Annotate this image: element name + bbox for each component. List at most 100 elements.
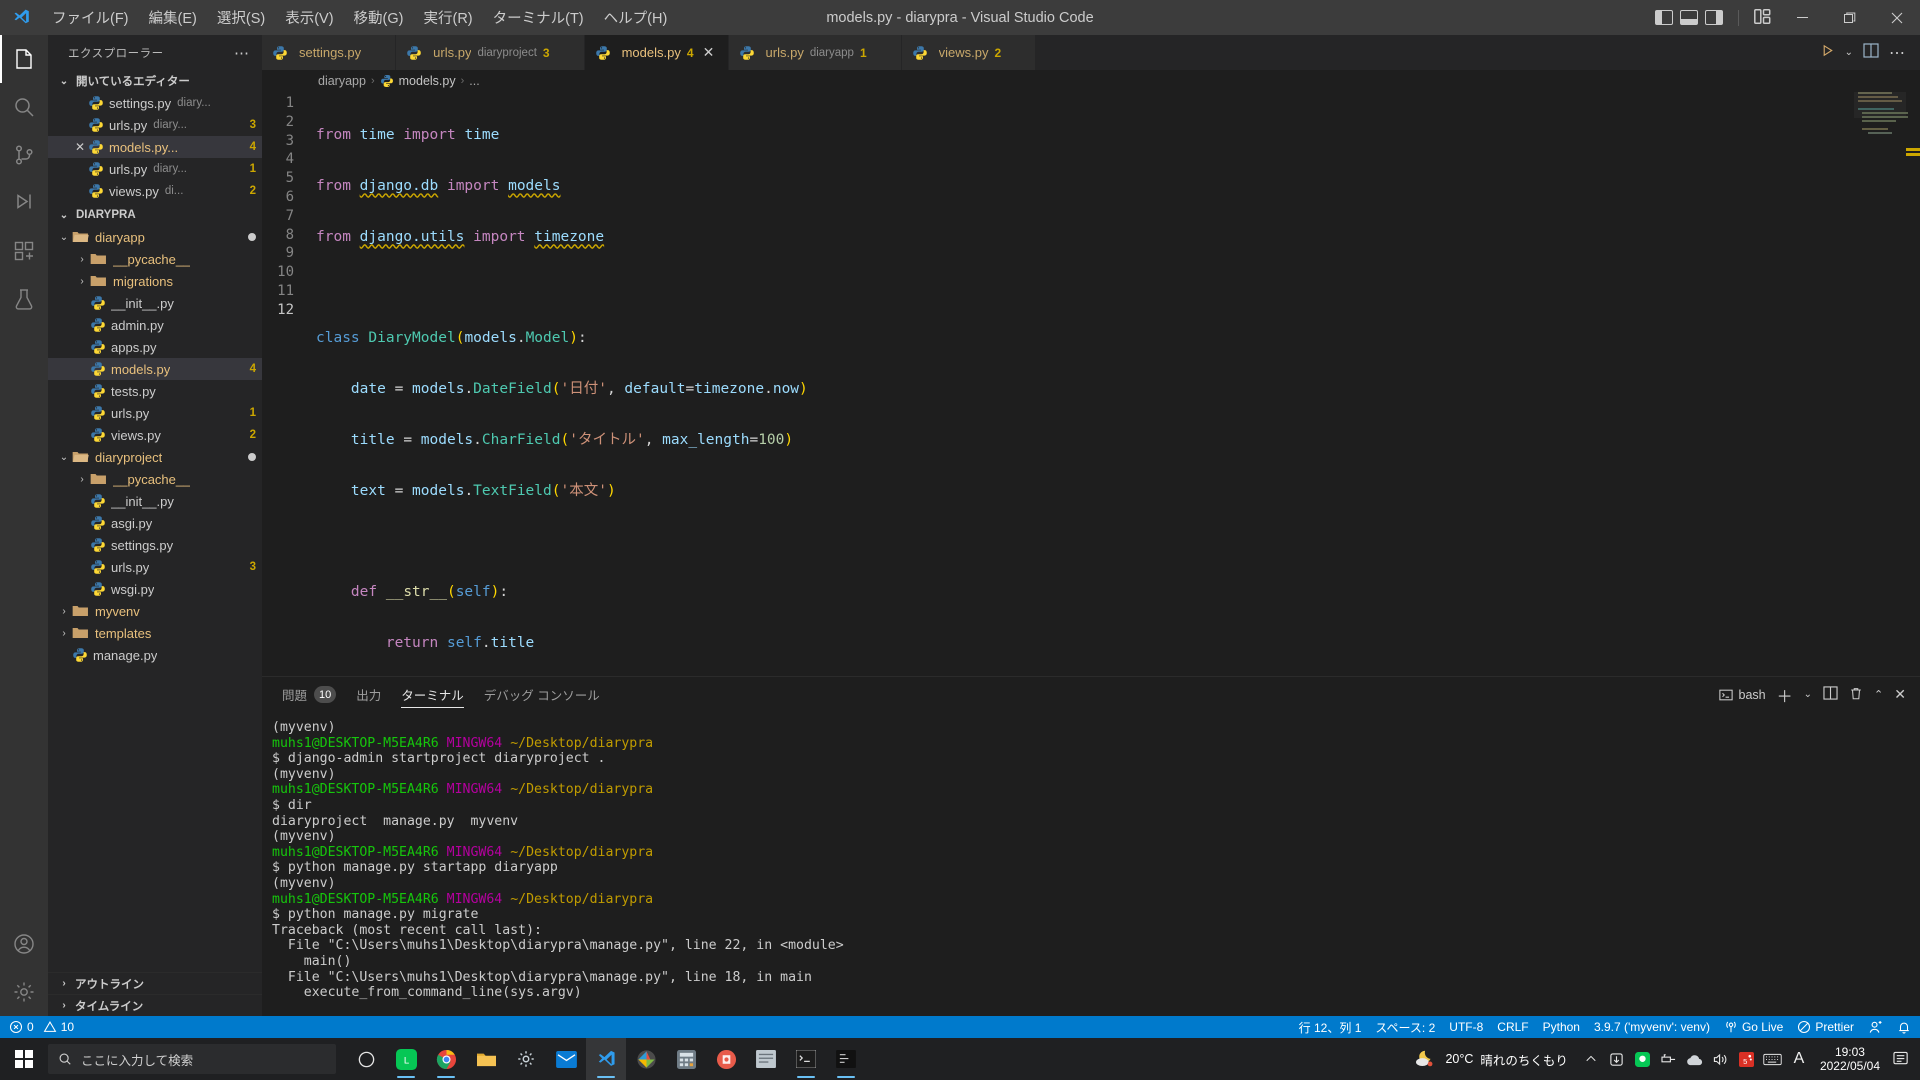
menu-file[interactable]: ファイル(F) [42,3,139,32]
tree-file-row[interactable]: views.py 2 [48,424,262,446]
menu-go[interactable]: 移動(G) [344,3,414,32]
chevron-down-icon[interactable]: ⌄ [56,452,72,463]
panel-right-icon[interactable] [1705,10,1723,25]
tree-file-row[interactable]: urls.py 3 [48,556,262,578]
editor-tab[interactable]: settings.py [262,35,397,70]
taskbar-mail-icon[interactable] [546,1038,586,1080]
tree-file-row[interactable]: settings.py [48,534,262,556]
editor-tab[interactable]: urls.py diaryapp 1 [728,35,902,70]
taskbar-clock[interactable]: 19:03 2022/05/04 [1812,1045,1888,1073]
open-editors-section-header[interactable]: ⌄ 開いているエディター [48,70,262,92]
status-encoding[interactable]: UTF-8 [1442,1016,1490,1038]
tree-folder-row[interactable]: › myvenv [48,600,262,622]
status-accounts-icon[interactable] [1861,1016,1890,1038]
activity-extensions-icon[interactable] [0,227,48,275]
chevron-right-icon[interactable]: › [74,254,90,265]
run-icon[interactable] [1820,43,1835,63]
close-panel-icon[interactable]: ✕ [1894,686,1906,703]
status-editor-position[interactable]: 行 12、列 1 [1292,1016,1369,1038]
terminal-shell-selector[interactable]: bash [1718,688,1766,702]
minimap[interactable] [1854,92,1908,676]
status-problems[interactable]: 0 10 [2,1016,81,1038]
editor-tab[interactable]: urls.py diaryproject 3 [396,35,585,70]
activity-manage-gear-icon[interactable] [0,968,48,1016]
taskbar-terminal-icon[interactable] [786,1038,826,1080]
tab-problems[interactable]: 問題 10 [272,677,346,712]
line-tray-icon[interactable] [1630,1038,1656,1080]
status-python-interpreter[interactable]: 3.9.7 ('myvenv': venv) [1587,1016,1717,1038]
editor-tab[interactable]: models.py 4 ✕ [584,35,729,70]
tree-file-row[interactable]: __init__.py [48,292,262,314]
usb-eject-icon[interactable] [1656,1038,1682,1080]
split-terminal-icon[interactable] [1823,686,1838,703]
status-notifications-bell-icon[interactable] [1890,1016,1918,1038]
tab-output[interactable]: 出力 [346,677,391,712]
taskbar-git-bash-icon[interactable] [826,1038,866,1080]
status-eol[interactable]: CRLF [1490,1016,1535,1038]
tree-file-row[interactable]: wsgi.py [48,578,262,600]
editor-more-actions-icon[interactable]: ⋯ [1889,43,1906,63]
editor-scrollbar[interactable] [1906,92,1920,676]
taskbar-file-explorer-icon[interactable] [466,1038,506,1080]
tab-debug-console[interactable]: デバッグ コンソール [474,677,610,712]
menu-view[interactable]: 表示(V) [275,3,343,32]
fifth-app-icon[interactable]: 5 [1734,1038,1760,1080]
panel-bottom-icon[interactable] [1680,10,1698,25]
taskbar-photos-icon[interactable] [626,1038,666,1080]
chevron-down-icon[interactable]: ⌄ [1804,689,1812,700]
sidebar-item-timeline[interactable]: › タイムライン [48,994,262,1016]
onedrive-sync-icon[interactable] [1604,1038,1630,1080]
tree-file-row[interactable]: admin.py [48,314,262,336]
status-indentation[interactable]: スペース: 2 [1368,1016,1442,1038]
open-editor-item[interactable]: views.py di... 2 [48,180,262,202]
taskbar-cortana-icon[interactable] [346,1038,386,1080]
keyboard-icon[interactable] [1760,1038,1786,1080]
panel-left-icon[interactable] [1655,10,1673,25]
tab-terminal[interactable]: ターミナル [391,677,474,712]
open-editor-item[interactable]: ✕ models.py... 4 [48,136,262,158]
status-language-mode[interactable]: Python [1536,1016,1587,1038]
code-editor[interactable]: 1 2 3 4 5 6 7 8 9 10 11 12 from time import time fr… [262,92,1920,676]
cloud-icon[interactable] [1682,1038,1708,1080]
sidebar-item-outline[interactable]: › アウトライン [48,972,262,994]
windows-start-icon[interactable] [0,1050,48,1068]
editor-tab[interactable]: views.py 2 [901,35,1037,70]
ime-a-icon[interactable]: A [1786,1038,1812,1080]
maximize-restore-button[interactable] [1826,0,1873,35]
tree-folder-row[interactable]: ⌄ diaryapp [48,226,262,248]
tree-file-row[interactable]: urls.py 1 [48,402,262,424]
tree-file-row[interactable]: __init__.py [48,490,262,512]
taskbar-search-input[interactable]: ここに入力して検索 [48,1044,336,1074]
maximize-panel-icon[interactable]: ⌃ [1874,688,1883,701]
tree-file-row[interactable]: manage.py [48,644,262,666]
menu-selection[interactable]: 選択(S) [207,3,275,32]
tree-file-row[interactable]: apps.py [48,336,262,358]
breadcrumb-folder[interactable]: diaryapp [318,74,366,88]
activity-accounts-icon[interactable] [0,920,48,968]
tree-folder-row[interactable]: ⌄ diaryproject [48,446,262,468]
activity-source-control-icon[interactable] [0,131,48,179]
minimize-button[interactable] [1779,0,1826,35]
terminal-output[interactable]: (myvenv) muhs1@DESKTOP-M5EA4R6 MINGW64 ~/… [262,712,1920,1016]
chevron-up-icon[interactable] [1578,1038,1604,1080]
chevron-right-icon[interactable]: › [74,276,90,287]
code-content[interactable]: from time import time from django.db imp… [316,92,1920,676]
activity-explorer-icon[interactable] [0,35,48,83]
tree-file-row[interactable]: asgi.py [48,512,262,534]
kill-terminal-icon[interactable] [1849,686,1863,704]
chevron-down-icon[interactable]: ⌄ [56,232,72,243]
chevron-right-icon[interactable]: › [56,606,72,617]
taskbar-store-icon[interactable] [706,1038,746,1080]
activity-search-icon[interactable] [0,83,48,131]
breadcrumb-symbol[interactable]: ... [469,74,479,88]
new-terminal-icon[interactable]: ＋ [1777,683,1793,707]
menu-bar[interactable]: ファイル(F) 編集(E) 選択(S) 表示(V) 移動(G) 実行(R) ター… [42,3,677,32]
open-editor-item[interactable]: urls.py diary... 3 [48,114,262,136]
status-go-live[interactable]: Go Live [1717,1016,1790,1038]
open-editor-item[interactable]: settings.py diary... [48,92,262,114]
tree-file-row[interactable]: models.py 4 [48,358,262,380]
activity-testing-icon[interactable] [0,275,48,323]
chevron-down-icon[interactable]: ⌄ [1845,47,1853,58]
notification-center-icon[interactable] [1888,1038,1914,1080]
breadcrumb-file[interactable]: models.py [399,74,456,88]
